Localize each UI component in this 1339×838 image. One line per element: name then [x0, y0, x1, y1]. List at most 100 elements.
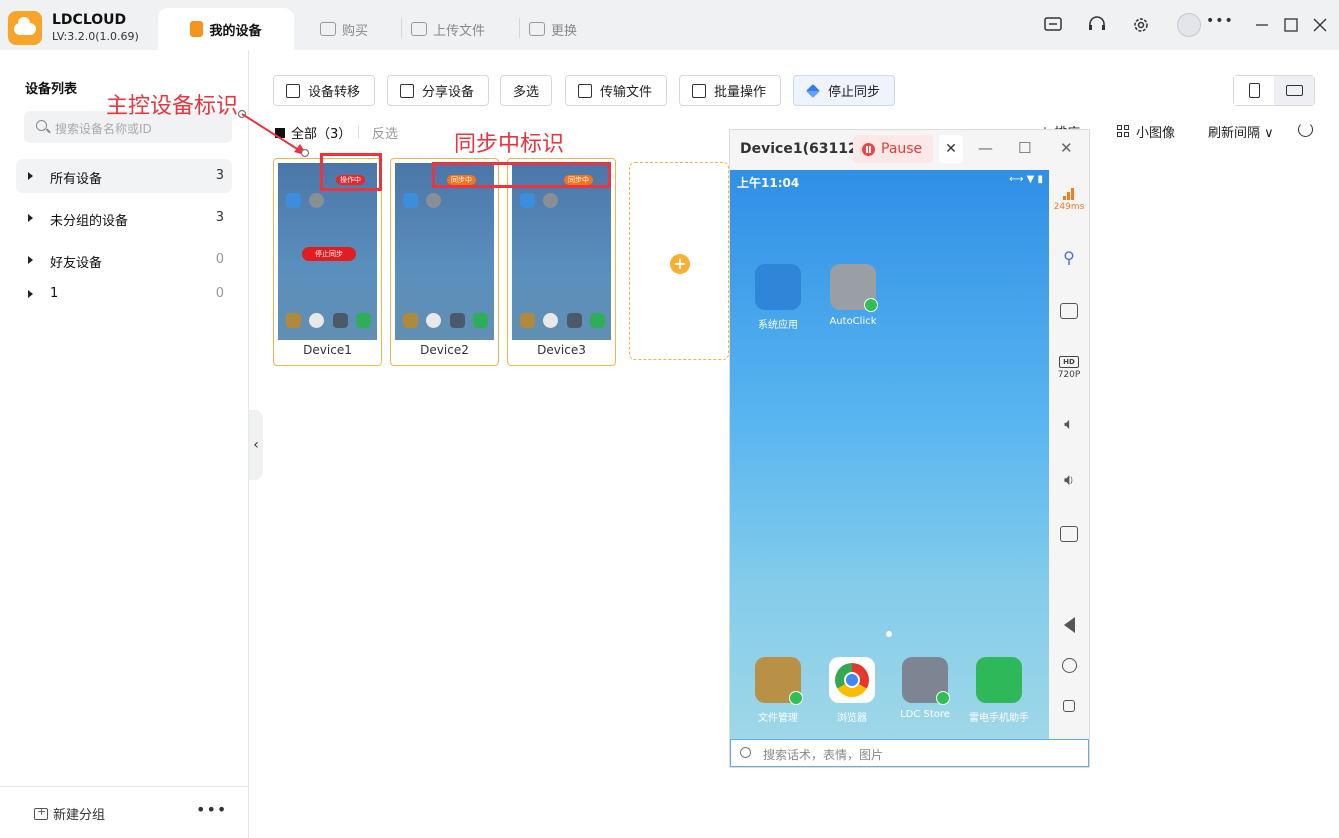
app-file-manager[interactable]: 文件管理 — [746, 657, 810, 724]
device-name: Device2 — [420, 343, 469, 357]
ldcloud-logo-icon — [8, 11, 42, 45]
sync-icon — [806, 83, 820, 98]
stop-sync-badge[interactable]: 停止同步 — [302, 247, 356, 261]
device-toolbar: 249ms ⚲ HD 720P 🔈︎ 🔉︎ — [1049, 170, 1089, 739]
sidebar-item-group-1[interactable]: 1 0 — [16, 277, 232, 311]
gear-icon[interactable] — [1130, 14, 1152, 36]
message-icon[interactable] — [1042, 14, 1064, 36]
group-count: 3 — [215, 210, 224, 225]
app-phone-assistant[interactable]: 雷电手机助手 — [967, 657, 1031, 724]
minimize-icon[interactable]: — — [978, 139, 993, 157]
nav-recent-icon[interactable] — [1049, 700, 1089, 712]
portrait-icon — [1249, 83, 1260, 98]
sidebar-item-friend-devices[interactable]: 好友设备 0 — [16, 243, 232, 277]
stop-sync-button[interactable]: 停止同步 — [793, 75, 896, 106]
thumbnail-size-button[interactable]: 小图像 — [1117, 122, 1175, 141]
avatar[interactable] — [1177, 13, 1201, 37]
group-count: 3 — [215, 168, 224, 183]
annotation-arrow — [237, 109, 310, 158]
signal-icon — [1062, 188, 1076, 200]
new-group-label: 新建分组 — [53, 808, 106, 823]
tab-label: 更换 — [551, 23, 578, 39]
tab-upload[interactable]: 上传文件 — [401, 8, 486, 50]
sidebar-item-ungrouped[interactable]: 未分组的设备 3 — [16, 201, 232, 235]
app-browser[interactable]: 浏览器 — [820, 657, 884, 724]
search-icon — [36, 120, 47, 131]
expand-arrow-icon — [28, 290, 33, 298]
maximize-icon[interactable]: ☐ — [1018, 139, 1031, 157]
swap-icon — [529, 22, 545, 36]
nav-home-icon[interactable] — [1049, 658, 1089, 673]
thumb-label: 小图像 — [1136, 126, 1176, 141]
tab-label: 上传文件 — [433, 23, 486, 39]
close-icon[interactable]: ✕ — [1060, 139, 1073, 157]
sidebar-more-icon[interactable]: ••• — [196, 800, 227, 819]
batch-operation-button[interactable]: 批量操作 — [679, 75, 782, 106]
minimize-icon[interactable] — [1251, 14, 1273, 36]
app-name: LDCLOUD — [52, 12, 127, 28]
app-autoclick[interactable]: AutoClick — [821, 264, 885, 327]
pause-button[interactable]: Pause — [853, 135, 933, 163]
pin-icon[interactable]: ⚲ — [1049, 248, 1089, 267]
folder-icon — [755, 657, 803, 705]
app-label: 浏览器 — [837, 713, 867, 724]
add-device-button[interactable]: + — [629, 162, 729, 360]
phone-icon — [190, 21, 204, 37]
device-card-3[interactable]: 同步中 Device3 — [507, 158, 616, 366]
volume-up-icon[interactable]: 🔈︎ — [1049, 414, 1089, 434]
annotation-box-sync — [432, 162, 611, 188]
view-toggle — [1233, 75, 1315, 106]
device-screenshot: 同步中 — [395, 163, 494, 340]
device-card-2[interactable]: 同步中 Device2 — [390, 158, 499, 366]
transfer-device-button[interactable]: 设备转移 — [273, 75, 376, 106]
collapse-sidebar-button[interactable]: ‹ — [249, 410, 263, 480]
close-sync-icon[interactable]: ✕ — [939, 135, 963, 163]
headset-icon[interactable] — [1086, 14, 1108, 36]
group-name: 好友设备 — [50, 256, 103, 271]
upload-file-icon — [578, 83, 592, 98]
latency-indicator: 249ms — [1049, 188, 1089, 212]
inverse-select-button[interactable]: 反选 — [357, 123, 398, 142]
group-name: 1 — [50, 286, 59, 301]
device-screenshot: 同步中 — [512, 163, 611, 340]
sidebar-item-all-devices[interactable]: 所有设备 3 — [16, 159, 232, 193]
app-system[interactable]: 系统应用 — [746, 264, 810, 331]
title-bar: LDCLOUD LV:3.2.0(1.0.69) 我的设备 购买 上传文件 更换… — [0, 0, 1339, 50]
grid-icon — [1117, 125, 1130, 138]
input-placeholder: 搜索话术，表情，图片 — [763, 748, 884, 762]
quality-label: 720P — [1057, 370, 1081, 380]
tab-replace[interactable]: 更换 — [519, 8, 578, 50]
device-window-header: Device1(63112... Pause ✕ — ☐ ✕ — [730, 130, 1089, 170]
store-icon — [902, 657, 950, 705]
fullscreen-icon[interactable] — [1049, 526, 1089, 542]
device-screen[interactable]: 上午11:04 ⟷ ▼ ▮ 系统应用 AutoClick 文件管理 浏览器 LD… — [730, 170, 1049, 739]
tab-my-devices[interactable]: 我的设备 — [158, 8, 294, 50]
nav-back-icon[interactable] — [1049, 617, 1089, 633]
app-label: 系统应用 — [758, 320, 798, 331]
portrait-view-button[interactable] — [1234, 76, 1274, 105]
maximize-icon[interactable] — [1280, 14, 1302, 36]
button-label: 停止同步 — [828, 85, 881, 100]
landscape-icon — [1286, 85, 1303, 96]
refresh-interval-dropdown[interactable]: 刷新间隔 ∨ — [1208, 122, 1274, 141]
keyboard-icon[interactable] — [1049, 303, 1089, 319]
account-more-icon[interactable]: ••• — [1206, 13, 1234, 29]
latency-label: 249ms — [1053, 202, 1085, 212]
multi-select-button[interactable]: 多选 — [500, 75, 553, 106]
transfer-file-button[interactable]: 传输文件 — [565, 75, 668, 106]
quality-button[interactable]: HD 720P — [1049, 356, 1089, 380]
landscape-view-button[interactable] — [1274, 76, 1314, 105]
volume-down-icon[interactable]: 🔉︎ — [1049, 470, 1089, 490]
app-ldc-store[interactable]: LDC Store — [893, 657, 957, 720]
tab-buy[interactable]: 购买 — [320, 8, 368, 50]
new-group-button[interactable]: 新建分组 — [34, 804, 105, 823]
share-device-button[interactable]: 分享设备 — [387, 75, 490, 106]
group-count: 0 — [215, 252, 224, 267]
close-icon[interactable] — [1309, 14, 1331, 36]
cart-icon — [320, 22, 336, 36]
refresh-icon[interactable] — [1298, 122, 1313, 137]
batch-icon — [692, 83, 706, 98]
device-window: Device1(63112... Pause ✕ — ☐ ✕ 上午11:04 ⟷… — [729, 129, 1090, 768]
status-time: 上午11:04 — [737, 176, 800, 190]
phrase-search-input[interactable]: 搜索话术，表情，图片 — [730, 739, 1089, 767]
